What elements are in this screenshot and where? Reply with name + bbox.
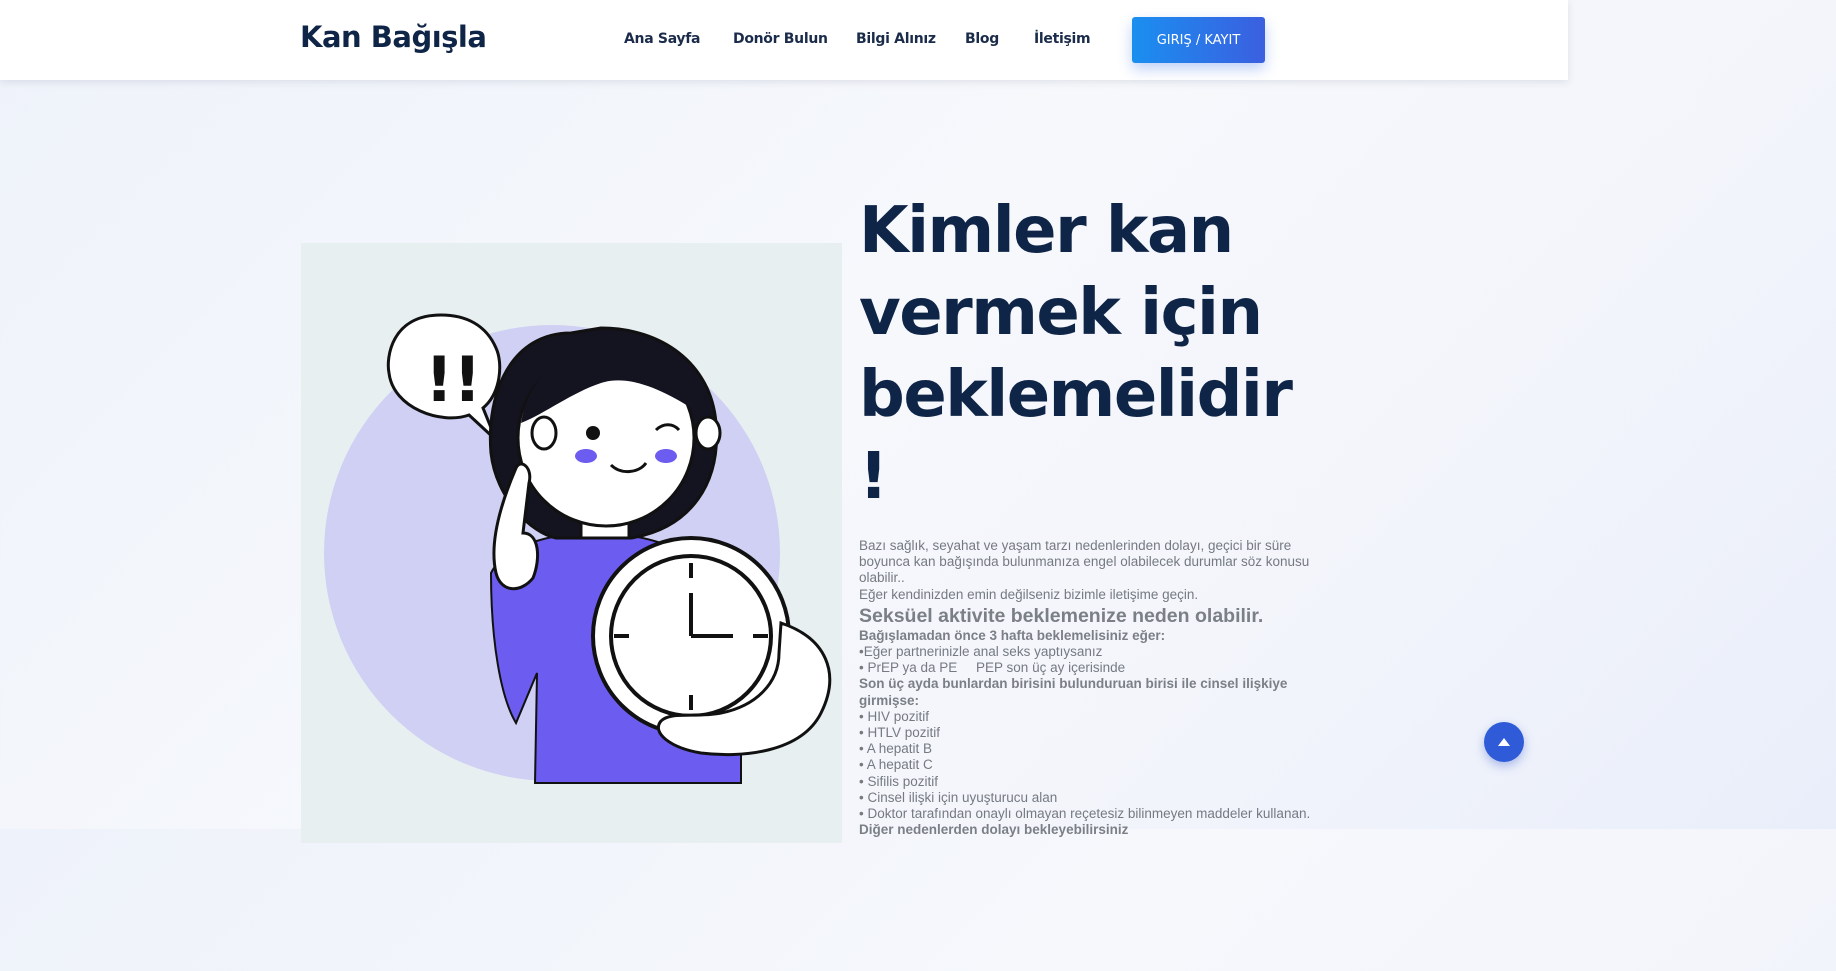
nav-blog[interactable]: Blog [965,31,999,47]
list-item: • Sifilis pozitif [859,773,938,789]
intro-text: Bazı sağlık, seyahat ve yaşam tarzı nede… [859,538,1310,586]
nav-contact[interactable]: İletişim [1034,31,1091,47]
list-item: • Cinsel ilişki için uyuşturucu alan [859,789,1058,805]
nav-find-donor[interactable]: Donör Bulun [733,31,828,47]
speech-bubble-text: !! [425,343,482,416]
wait-heading: Bağışlamadan önce 3 hafta beklemelisiniz… [859,627,1166,643]
hero-title: Kimler kan vermek için beklemelidir ! [859,190,1319,518]
list-item: • HIV pozitif [859,708,929,724]
partner-heading: Son üç ayda bunlardan birisini bulunduru… [859,676,1288,708]
section-heading: Seksüel aktivite beklemenize neden olabi… [859,604,1264,627]
next-heading: Diğer nedenlerden dolayı bekleyebilirsin… [859,822,1129,838]
list-item: • HTLV pozitif [859,725,940,741]
hero-title-line: beklemelidir [859,358,1293,432]
hero-title-line: vermek için [859,276,1263,350]
site-header: Kan Bağışla Ana Sayfa Donör Bulun Bilgi … [0,0,1568,80]
list-item: • A hepatit C [859,757,933,773]
login-register-button[interactable]: GIRIŞ / KAYIT [1132,17,1265,63]
hero-illustration: !! [301,243,842,843]
hero-title-line: Kimler kan [859,194,1234,268]
list-item: • PrEP ya da PE PEP son üç ay içerisinde [859,660,1126,676]
contact-text: Eğer kendinizden emin değilseniz bizimle… [859,586,1199,602]
hero-title-line: ! [859,440,888,514]
list-item: •Eğer partnerinizle anal seks yaptıysanı… [859,644,1103,660]
list-item: • Doktor tarafından onaylı olmayan reçet… [859,806,1311,822]
chevron-up-icon [1498,738,1510,746]
scroll-to-top-button[interactable] [1484,722,1524,762]
list-item: • A hepatit B [859,741,933,757]
site-logo[interactable]: Kan Bağışla [300,20,487,54]
nav-info[interactable]: Bilgi Alınız [856,31,936,47]
nav-home[interactable]: Ana Sayfa [624,31,700,47]
info-content: Bazı sağlık, seyahat ve yaşam tarzı nede… [859,538,1329,838]
